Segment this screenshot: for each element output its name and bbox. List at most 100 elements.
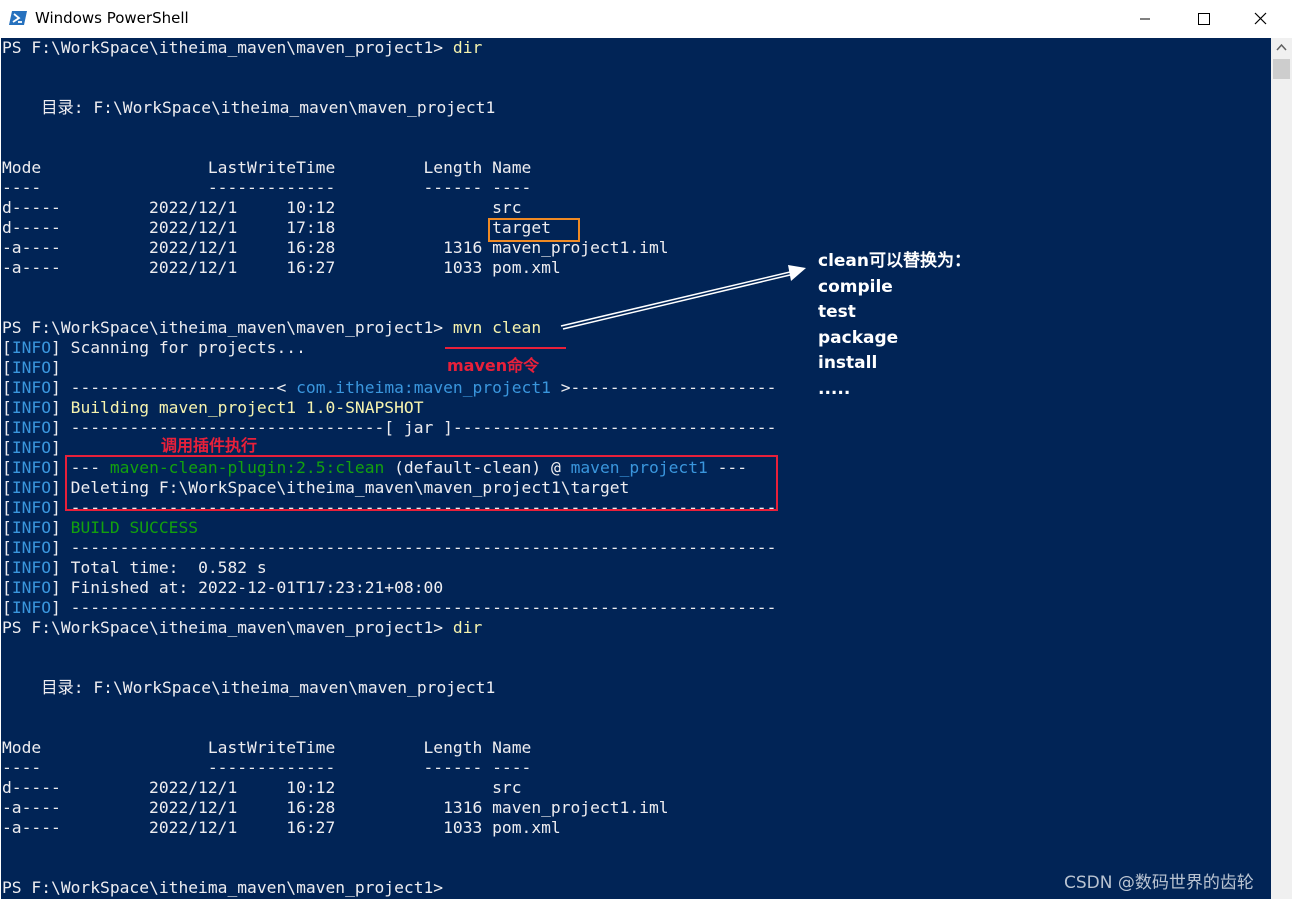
console-line: [INFO] ---------------------------------… — [2, 598, 776, 618]
console-text: mvn clean — [452, 318, 542, 337]
title-bar: Windows PowerShell — [0, 0, 1292, 38]
console-line: -a---- 2022/12/1 16:27 1033 pom.xml — [2, 818, 561, 838]
console-text: ] — [51, 358, 61, 377]
console-line: Mode LastWriteTime Length Name — [2, 738, 531, 758]
close-icon — [1254, 12, 1267, 25]
console-text: INFO — [11, 338, 52, 357]
console-text: ] — [51, 438, 61, 457]
console-text: ] — [51, 398, 71, 417]
console-line: PS F:\WorkSpace\itheima_maven\maven_proj… — [2, 38, 482, 58]
console-text: -a---- 2022/12/1 16:27 1033 pom.xml — [2, 818, 561, 837]
console-text: INFO — [11, 578, 52, 597]
console-text: INFO — [11, 458, 52, 477]
console-line: d----- 2022/12/1 10:12 src — [2, 198, 522, 218]
console-text: [ — [2, 358, 12, 377]
console-text: INFO — [11, 598, 52, 617]
console-line: PS F:\WorkSpace\itheima_maven\maven_proj… — [2, 878, 443, 898]
console-text: INFO — [11, 518, 52, 537]
console-line: [INFO] --------------------------------[… — [2, 418, 776, 438]
console-line: [INFO] — [2, 358, 61, 378]
maximize-icon — [1198, 13, 1210, 25]
console-text: -a---- 2022/12/1 16:28 1316 maven_projec… — [2, 798, 669, 817]
console-text: ] Scanning for projects... — [51, 338, 306, 357]
console-text: ] Total time: 0.582 s — [51, 558, 267, 577]
console-text: INFO — [11, 378, 52, 397]
console-text: [ — [2, 538, 12, 557]
scroll-up-button[interactable] — [1271, 38, 1292, 58]
console-line: [INFO] BUILD SUCCESS — [2, 518, 198, 538]
console-text: INFO — [11, 558, 52, 577]
maximize-button[interactable] — [1174, 0, 1232, 38]
console-text: Building maven_project1 1.0-SNAPSHOT — [70, 398, 424, 417]
console-text: INFO — [11, 398, 52, 417]
command-underline — [445, 347, 566, 349]
console-text: [ — [2, 378, 12, 397]
minimize-button[interactable] — [1116, 0, 1174, 38]
console-text: dir — [452, 618, 483, 637]
console-line: [INFO] ---------------------< com.itheim… — [2, 378, 776, 398]
console-line: 目录: F:\WorkSpace\itheima_maven\maven_pro… — [2, 98, 495, 118]
console-text: INFO — [11, 438, 52, 457]
console-text: INFO — [11, 358, 52, 377]
scrollbar-thumb[interactable] — [1273, 59, 1290, 79]
console-line: 目录: F:\WorkSpace\itheima_maven\maven_pro… — [2, 678, 495, 698]
close-button[interactable] — [1232, 0, 1290, 38]
console-line: -a---- 2022/12/1 16:28 1316 maven_projec… — [2, 798, 669, 818]
console-text: com.itheima:maven_project1 — [296, 378, 551, 397]
replace-note-line: install — [818, 353, 878, 374]
console-line: PS F:\WorkSpace\itheima_maven\maven_proj… — [2, 618, 482, 638]
console-text: Mode LastWriteTime Length Name — [2, 738, 532, 757]
chevron-up-icon — [1276, 43, 1287, 51]
console-text: ] --------------------------------------… — [51, 598, 777, 617]
console-text: Mode LastWriteTime Length Name — [2, 158, 532, 177]
console-line: ---- ------------- ------ ---- — [2, 758, 531, 778]
console-text: PS F:\WorkSpace\itheima_maven\maven_proj… — [2, 318, 453, 337]
replace-note-line: package — [818, 327, 899, 348]
console-text: INFO — [11, 538, 52, 557]
console-line: d----- 2022/12/1 10:12 src — [2, 778, 522, 798]
console-text: PS F:\WorkSpace\itheima_maven\maven_proj… — [2, 618, 453, 637]
console-line: Mode LastWriteTime Length Name — [2, 158, 531, 178]
console-line: d----- 2022/12/1 17:18 target — [2, 218, 551, 238]
console-text: PS F:\WorkSpace\itheima_maven\maven_proj… — [2, 878, 444, 897]
console-text: ] --------------------------------[ jar … — [51, 418, 777, 437]
plugin-label: 调用插件执行 — [161, 436, 258, 455]
minimize-icon — [1140, 18, 1150, 20]
console-text: BUILD SUCCESS — [70, 518, 199, 537]
console-line: [INFO] Building maven_project1 1.0-SNAPS… — [2, 398, 424, 418]
console-text: 目录: F:\WorkSpace\itheima_maven\maven_pro… — [2, 678, 496, 697]
console-text: ---- ------------- ------ ---- — [2, 758, 532, 777]
console-text: 目录: F:\WorkSpace\itheima_maven\maven_pro… — [2, 98, 496, 117]
console-text: [ — [2, 478, 12, 497]
console-text: [ — [2, 418, 12, 437]
console-line: ---- ------------- ------ ---- — [2, 178, 531, 198]
replace-note-line: ..... — [818, 378, 851, 399]
console-text: [ — [2, 498, 12, 517]
replace-note-line: compile — [818, 276, 893, 297]
console-text: [ — [2, 598, 12, 617]
console-text: INFO — [11, 418, 52, 437]
console-text: ] ---------------------< — [51, 378, 297, 397]
window-title: Windows PowerShell — [35, 9, 189, 27]
maven-command-label: maven命令 — [447, 356, 540, 375]
plugin-highlight-box — [65, 455, 778, 511]
console-text: >--------------------- — [550, 378, 777, 397]
console-text: [ — [2, 558, 12, 577]
replace-note-line: test — [818, 302, 856, 323]
console-line: [INFO] Scanning for projects... — [2, 338, 306, 358]
replace-note: clean可以替换为： compile test package install… — [818, 249, 971, 403]
console-line: [INFO] ---------------------------------… — [2, 538, 776, 558]
console-text: INFO — [11, 498, 52, 517]
console-text: ] Finished at: 2022-12-01T17:23:21+08:00 — [51, 578, 444, 597]
vertical-scrollbar[interactable] — [1271, 38, 1292, 899]
console-text: [ — [2, 338, 12, 357]
console-text: -a---- 2022/12/1 16:27 1033 pom.xml — [2, 258, 561, 277]
console-text: d----- 2022/12/1 10:12 src — [2, 778, 522, 797]
console-text: PS F:\WorkSpace\itheima_maven\maven_proj… — [2, 38, 453, 57]
console-text: dir — [452, 38, 483, 57]
console-text: ---- ------------- ------ ---- — [2, 178, 532, 197]
console-line: [INFO] Finished at: 2022-12-01T17:23:21+… — [2, 578, 443, 598]
watermark: CSDN @数码世界的齿轮 — [1064, 873, 1254, 893]
console-text: [ — [2, 398, 12, 417]
console-text: ] --------------------------------------… — [51, 538, 777, 557]
